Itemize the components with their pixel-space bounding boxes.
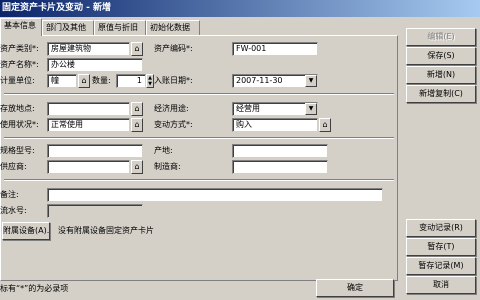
location-lookup-button[interactable]: ⌂ <box>131 102 143 116</box>
name-field[interactable]: 办公楼 <box>47 58 143 72</box>
supplier-field[interactable] <box>47 160 130 174</box>
qty-spinner[interactable]: ▲ ▼ <box>146 74 154 88</box>
lookup-icon: ⌂ <box>322 120 328 129</box>
location-field[interactable] <box>47 102 130 116</box>
spin-down-icon: ▼ <box>148 81 152 87</box>
voucher-label: 流水号: <box>0 206 27 215</box>
ok-button[interactable]: 确定 <box>316 279 394 297</box>
category-lookup-button[interactable]: ⌂ <box>131 42 143 56</box>
lookup-icon: ⌂ <box>134 120 140 129</box>
unit-lookup-button[interactable]: ⌂ <box>78 74 90 88</box>
name-label: 资产名称*: <box>0 60 39 69</box>
category-field[interactable]: 房屋建筑物 <box>47 42 130 56</box>
origin-label: 产地: <box>154 146 173 155</box>
status-field[interactable]: 正常使用 <box>47 118 130 132</box>
tab-initial-data[interactable]: 初始化数据 <box>146 20 200 35</box>
remark-field[interactable] <box>47 188 383 202</box>
change-record-button[interactable]: 变动记录(R) <box>406 219 476 237</box>
attach-equipment-button[interactable]: 附属设备(A)... <box>2 222 50 240</box>
tab-basic-info[interactable]: 基本信息 <box>0 18 42 36</box>
usage-label: 经济用途: <box>154 104 189 113</box>
separator <box>4 137 394 139</box>
code-label: 资产编码*: <box>154 44 193 53</box>
status-lookup-button[interactable]: ⌂ <box>131 118 143 132</box>
hold-button[interactable]: 暂存(T) <box>406 238 476 256</box>
usage-dropdown-icon[interactable]: ▼ <box>305 103 317 115</box>
date-dropdown-icon[interactable]: ▼ <box>305 75 317 87</box>
save-button[interactable]: 保存(S) <box>406 47 476 65</box>
qty-field[interactable]: 1 <box>116 74 146 88</box>
lookup-icon: ⌂ <box>134 44 140 53</box>
status-label: 使用状况*: <box>0 120 39 129</box>
maker-label: 制造商: <box>154 162 181 171</box>
lookup-icon: ⌂ <box>134 104 140 113</box>
change-field[interactable]: 购入 <box>232 118 318 132</box>
required-footnote: 标有“*”的为必录项 <box>0 284 69 293</box>
category-label: 资产类别*: <box>0 44 39 53</box>
lookup-icon: ⌂ <box>81 76 87 85</box>
code-field[interactable]: FW-001 <box>232 42 318 56</box>
qty-label: 数量: <box>92 76 111 85</box>
date-label: 入账日期*: <box>154 76 193 85</box>
change-label: 变动方式*: <box>154 120 193 129</box>
attach-note: 没有附属设备固定资产卡片 <box>58 226 154 235</box>
location-label: 存放地点: <box>0 104 35 113</box>
window-title: 固定资产卡片及变动 - 新增 <box>0 0 480 17</box>
voucher-field <box>47 204 143 218</box>
maker-field[interactable] <box>232 160 328 174</box>
lookup-icon: ⌂ <box>134 162 140 171</box>
model-field[interactable] <box>47 144 143 158</box>
new-copy-button[interactable]: 新增复制(C) <box>406 85 476 103</box>
hold-record-button[interactable]: 暂存记录(M) <box>406 257 476 275</box>
supplier-label: 供应商: <box>0 162 27 171</box>
change-lookup-button[interactable]: ⌂ <box>319 118 331 132</box>
model-label: 规格型号: <box>0 146 35 155</box>
separator <box>4 93 394 95</box>
separator <box>4 179 394 181</box>
unit-field[interactable]: 幢 <box>47 74 77 88</box>
origin-field[interactable] <box>232 144 328 158</box>
new-button[interactable]: 新增(N) <box>406 66 476 84</box>
unit-label: 计量单位: <box>0 76 35 85</box>
tab-department-other[interactable]: 部门及其他 <box>42 20 94 35</box>
cancel-button[interactable]: 取消 <box>406 276 476 294</box>
remark-label: 备注: <box>0 190 19 199</box>
edit-button[interactable]: 编辑(E) <box>406 28 476 46</box>
supplier-lookup-button[interactable]: ⌂ <box>131 160 143 174</box>
tab-value-depreciation[interactable]: 原值与折旧 <box>94 20 146 35</box>
